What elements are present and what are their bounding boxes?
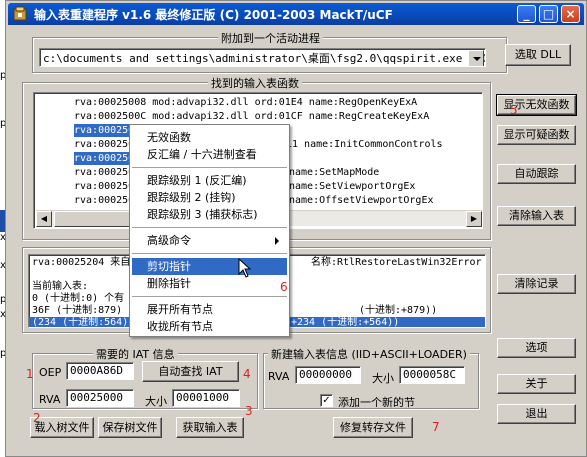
menu-item-disasm-hex[interactable]: 反汇编 / 十六进制查看 [132, 146, 287, 163]
new-size-field[interactable]: 0000058C [399, 366, 465, 384]
submenu-arrow-icon [275, 237, 279, 245]
process-combo-value: c:\documents and settings\administrator\… [43, 52, 486, 65]
menu-item-expand-all[interactable]: 展开所有节点 [132, 301, 287, 318]
exit-button[interactable]: 退出 [497, 404, 576, 424]
log-line: rva:00025204 来自 [32, 257, 131, 268]
options-button[interactable]: 选项 [497, 338, 576, 358]
iat-group-title: 需要的 IAT 信息 [93, 346, 178, 362]
add-section-checkbox[interactable]: ✓ [320, 394, 333, 407]
pick-dll-button[interactable]: 选取 DLL [505, 44, 571, 66]
log-line-tail: 名称:RtlRestoreLastWin32Error [311, 257, 482, 268]
new-import-group-title: 新建输入表信息 (IID+ASCII+LOADER) [268, 346, 470, 362]
importrec-window: 输入表重建程序 v1.6 最终修正版 (C) 2001-2003 MackT/u… [5, 0, 587, 457]
annotation-marker: 1 [26, 367, 34, 381]
annotation-marker: 4 [243, 367, 251, 381]
menu-separator [132, 227, 287, 228]
menu-item-invalid-functions[interactable]: 无效函数 [132, 129, 287, 146]
clear-log-button[interactable]: 清除记录 [497, 274, 576, 294]
maximize-button[interactable]: □ [539, 5, 558, 23]
menu-separator [132, 253, 287, 254]
app-icon [13, 6, 27, 21]
tree-row[interactable]: rva:00025008 mod:advapi32.dll ord:01E4 n… [74, 96, 417, 109]
menu-item-delete-thunk[interactable]: 删除指针 [132, 275, 287, 292]
minimize-button[interactable]: _ [517, 5, 536, 23]
new-rva-label: RVA [268, 370, 290, 383]
process-combo[interactable]: c:\documents and settings\administrator\… [39, 48, 486, 67]
log-line: 0 (十进制:0) 个有 [32, 293, 125, 304]
clear-imports-button[interactable]: 清除输入表 [497, 206, 576, 226]
about-button[interactable]: 关于 [497, 374, 576, 394]
size-label: 大小 [145, 395, 167, 408]
mouse-cursor-icon [238, 258, 252, 278]
new-size-label: 大小 [372, 372, 394, 385]
show-invalid-button[interactable]: 显示无效函数 [496, 94, 577, 116]
menu-separator [132, 296, 287, 297]
log-line: 36F (十进制:879) [32, 305, 123, 316]
menu-item-trace-level-2[interactable]: 跟踪级别 2 (挂钩) [132, 189, 287, 206]
close-button[interactable]: × [561, 5, 580, 23]
fix-dump-button[interactable]: 修复转存文件 [333, 417, 413, 438]
oep-label: OEP [39, 366, 62, 379]
chevron-down-icon[interactable] [468, 50, 484, 66]
title-bar[interactable]: 输入表重建程序 v1.6 最终修正版 (C) 2001-2003 MackT/u… [8, 3, 584, 25]
show-suspect-button[interactable]: 显示可疑函数 [497, 125, 576, 145]
scroll-left-icon[interactable]: ◀ [36, 211, 52, 227]
annotation-marker: 3 [245, 404, 253, 418]
log-line-selected-tail: +234 (十进制:+564)) [291, 317, 400, 328]
log-line: 当前输入表: [32, 281, 89, 292]
new-rva-field[interactable]: 00000000 [295, 366, 361, 384]
annotation-marker: 7 [432, 420, 440, 434]
add-section-label: 添加一个新的节 [338, 396, 415, 409]
log-line-selected-text: (234 (十进制:564) [32, 317, 129, 328]
oep-field[interactable]: 0000A86D [66, 362, 134, 380]
annotation-marker: 2 [33, 411, 41, 425]
attach-group-title: 附加到一个活动进程 [218, 30, 323, 46]
size-field[interactable]: 00001000 [172, 389, 240, 407]
log-line-tail: (十进制:+879)) [359, 305, 438, 316]
menu-item-advanced-label: 高级命令 [147, 234, 191, 247]
window-title: 输入表重建程序 v1.6 最终修正版 (C) 2001-2003 MackT/u… [34, 8, 393, 22]
tree-row[interactable]: rva:0002500C mod:advapi32.dll ord:01CF n… [74, 110, 429, 123]
menu-item-collapse-all[interactable]: 收拢所有节点 [132, 318, 287, 335]
tree-row-tail: name:OffsetViewportOrgEx [289, 195, 434, 206]
rva-label: RVA [39, 393, 61, 406]
menu-item-cut-thunk[interactable]: 剪切指针 [132, 258, 287, 275]
rva-field[interactable]: 00025000 [66, 389, 134, 407]
auto-search-iat-button[interactable]: 自动查找 IAT [142, 361, 239, 382]
menu-separator [132, 167, 287, 168]
get-imports-button[interactable]: 获取输入表 [176, 417, 244, 438]
annotation-marker: 5 [510, 103, 518, 117]
save-tree-button[interactable]: 保存树文件 [98, 417, 162, 438]
imports-group-title: 找到的输入表函数 [208, 75, 302, 91]
menu-item-trace-level-1[interactable]: 跟踪级别 1 (反汇编) [132, 172, 287, 189]
tree-context-menu: 无效函数 反汇编 / 十六进制查看 跟踪级别 1 (反汇编) 跟踪级别 2 (挂… [129, 124, 290, 337]
auto-trace-button[interactable]: 自动跟踪 [497, 164, 576, 184]
scroll-right-icon[interactable]: ▶ [466, 211, 482, 227]
menu-item-trace-level-3[interactable]: 跟踪级别 3 (捕获标志) [132, 206, 287, 223]
annotation-marker: 6 [280, 280, 288, 294]
tree-row-tail: 11 name:InitCommonControls [286, 139, 443, 150]
menu-item-advanced-commands[interactable]: 高级命令 [132, 232, 287, 249]
tree-row-tail: name:SetMapMode [289, 167, 380, 178]
tree-row-tail: name:SetViewportOrgEx [289, 181, 416, 192]
